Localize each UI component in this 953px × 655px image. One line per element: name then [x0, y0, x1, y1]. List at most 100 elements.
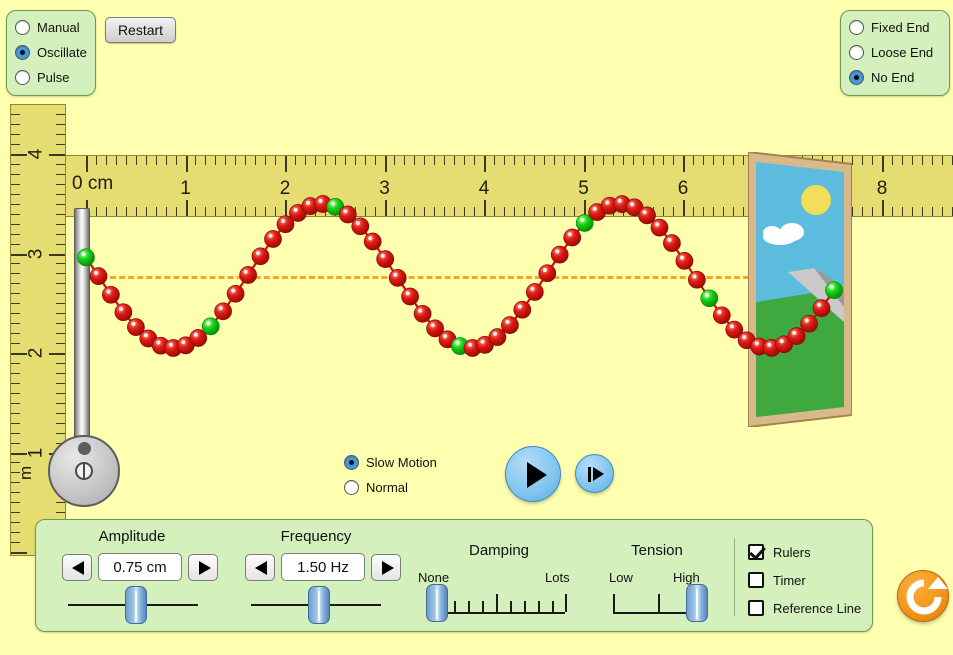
wave-bead[interactable]: [650, 218, 669, 237]
radio-normal-icon[interactable]: [344, 480, 359, 495]
wave-bead[interactable]: [139, 329, 158, 348]
mode-option-oscillate[interactable]: Oscillate: [15, 40, 95, 65]
restart-button[interactable]: Restart: [105, 17, 176, 43]
wave-bead[interactable]: [525, 283, 544, 301]
checkbox-reference-line-icon[interactable]: [748, 600, 764, 616]
wave-bead-highlight[interactable]: [451, 337, 469, 355]
checkbox-rulers-icon[interactable]: [748, 544, 764, 560]
end-option-no-end[interactable]: No End: [849, 65, 949, 90]
ruler-tick: [742, 207, 744, 216]
frequency-value[interactable]: 1.50 Hz: [281, 553, 365, 581]
wave-bead[interactable]: [501, 316, 519, 334]
damping-slider-knob[interactable]: [426, 584, 448, 622]
wave-bead-highlight[interactable]: [201, 317, 220, 336]
ruler-tick: [125, 207, 127, 216]
ruler-tick: [11, 532, 20, 534]
play-button[interactable]: [505, 446, 561, 502]
wave-bead[interactable]: [513, 300, 532, 319]
reference-line[interactable]: [92, 276, 749, 279]
wave-bead[interactable]: [426, 319, 444, 338]
wave-bead[interactable]: [463, 339, 482, 357]
wave-bead[interactable]: [725, 320, 744, 339]
ruler-tick: [145, 156, 147, 165]
wave-bead[interactable]: [276, 215, 295, 234]
damping-slider-track[interactable]: [432, 612, 565, 614]
wave-bead[interactable]: [438, 330, 457, 349]
wave-bead[interactable]: [189, 329, 208, 347]
wave-bead-specular: [156, 340, 161, 345]
wave-bead[interactable]: [239, 266, 257, 284]
wave-bead[interactable]: [151, 336, 170, 355]
wave-bead[interactable]: [488, 328, 507, 346]
amplitude-slider-knob[interactable]: [125, 586, 147, 624]
speed-option-slow-motion[interactable]: Slow Motion: [344, 450, 437, 475]
ruler-tick: [11, 124, 20, 126]
radio-slow-motion-icon[interactable]: [344, 455, 359, 470]
amplitude-increment-button[interactable]: [188, 553, 218, 581]
wave-bead-specular: [231, 288, 236, 293]
checkbox-timer-icon[interactable]: [748, 572, 764, 588]
ruler-tick: [56, 144, 65, 146]
wave-bead[interactable]: [538, 264, 557, 283]
amplitude-decrement-button[interactable]: [62, 553, 92, 581]
wave-bead[interactable]: [675, 252, 694, 270]
wave-bead[interactable]: [102, 285, 120, 304]
wave-bead[interactable]: [264, 230, 282, 248]
wave-bead[interactable]: [413, 304, 432, 323]
frequency-increment-button[interactable]: [371, 553, 401, 581]
frequency-decrement-button[interactable]: [245, 553, 275, 581]
step-forward-button[interactable]: [575, 454, 614, 493]
ruler-tick: [444, 207, 446, 216]
checkbox-row-timer[interactable]: Timer: [748, 566, 861, 594]
end-option-fixed[interactable]: Fixed End: [849, 15, 949, 40]
wave-bead-highlight[interactable]: [575, 214, 594, 232]
wave-bead[interactable]: [176, 336, 195, 355]
radio-pulse-icon[interactable]: [15, 70, 30, 85]
ruler-tick: [633, 207, 635, 216]
wave-bead[interactable]: [114, 303, 133, 322]
ruler-tick: [11, 362, 20, 364]
wave-bead[interactable]: [164, 339, 183, 357]
wave-bead[interactable]: [376, 250, 395, 268]
mode-option-manual[interactable]: Manual: [15, 15, 95, 40]
wave-bead[interactable]: [550, 245, 569, 264]
ruler-tick: [205, 156, 207, 165]
tension-slider-knob[interactable]: [686, 584, 708, 622]
wave-bead-specular: [742, 335, 747, 340]
checkbox-row-reference-line[interactable]: Reference Line: [748, 594, 861, 622]
speed-option-normal[interactable]: Normal: [344, 475, 437, 500]
frequency-slider-knob[interactable]: [308, 586, 330, 624]
vertical-ruler-unit-label: m: [16, 465, 35, 480]
wave-bead[interactable]: [351, 217, 370, 236]
ruler-tick: [11, 323, 20, 325]
radio-manual-icon[interactable]: [15, 20, 30, 35]
radio-loose-end-icon[interactable]: [849, 45, 864, 60]
wave-bead-specular: [118, 306, 124, 312]
wave-bead[interactable]: [563, 228, 582, 247]
wave-bead[interactable]: [688, 270, 706, 289]
damping-max-label: Lots: [545, 570, 570, 585]
wave-bead[interactable]: [226, 284, 245, 303]
radio-fixed-end-icon[interactable]: [849, 20, 864, 35]
ruler-tick: [11, 243, 20, 245]
wave-bead[interactable]: [663, 234, 681, 252]
wave-bead[interactable]: [401, 287, 419, 306]
ruler-tick: [583, 200, 586, 216]
radio-no-end-icon[interactable]: [849, 70, 864, 85]
wave-bead-highlight[interactable]: [700, 289, 719, 308]
end-option-loose[interactable]: Loose End: [849, 40, 949, 65]
ruler-tick: [265, 156, 267, 165]
driver-rod[interactable]: [74, 208, 90, 453]
wave-bead[interactable]: [127, 318, 145, 336]
wave-bead[interactable]: [251, 247, 270, 266]
wave-bead[interactable]: [363, 232, 382, 251]
ruler-tick: [862, 207, 864, 216]
wave-bead[interactable]: [476, 336, 494, 354]
amplitude-value[interactable]: 0.75 cm: [98, 553, 182, 581]
wave-bead[interactable]: [712, 306, 731, 325]
radio-oscillate-icon[interactable]: [15, 45, 30, 60]
reset-all-button[interactable]: [897, 570, 949, 622]
mode-option-pulse[interactable]: Pulse: [15, 65, 95, 90]
wave-bead[interactable]: [214, 302, 232, 321]
checkbox-row-rulers[interactable]: Rulers: [748, 538, 861, 566]
